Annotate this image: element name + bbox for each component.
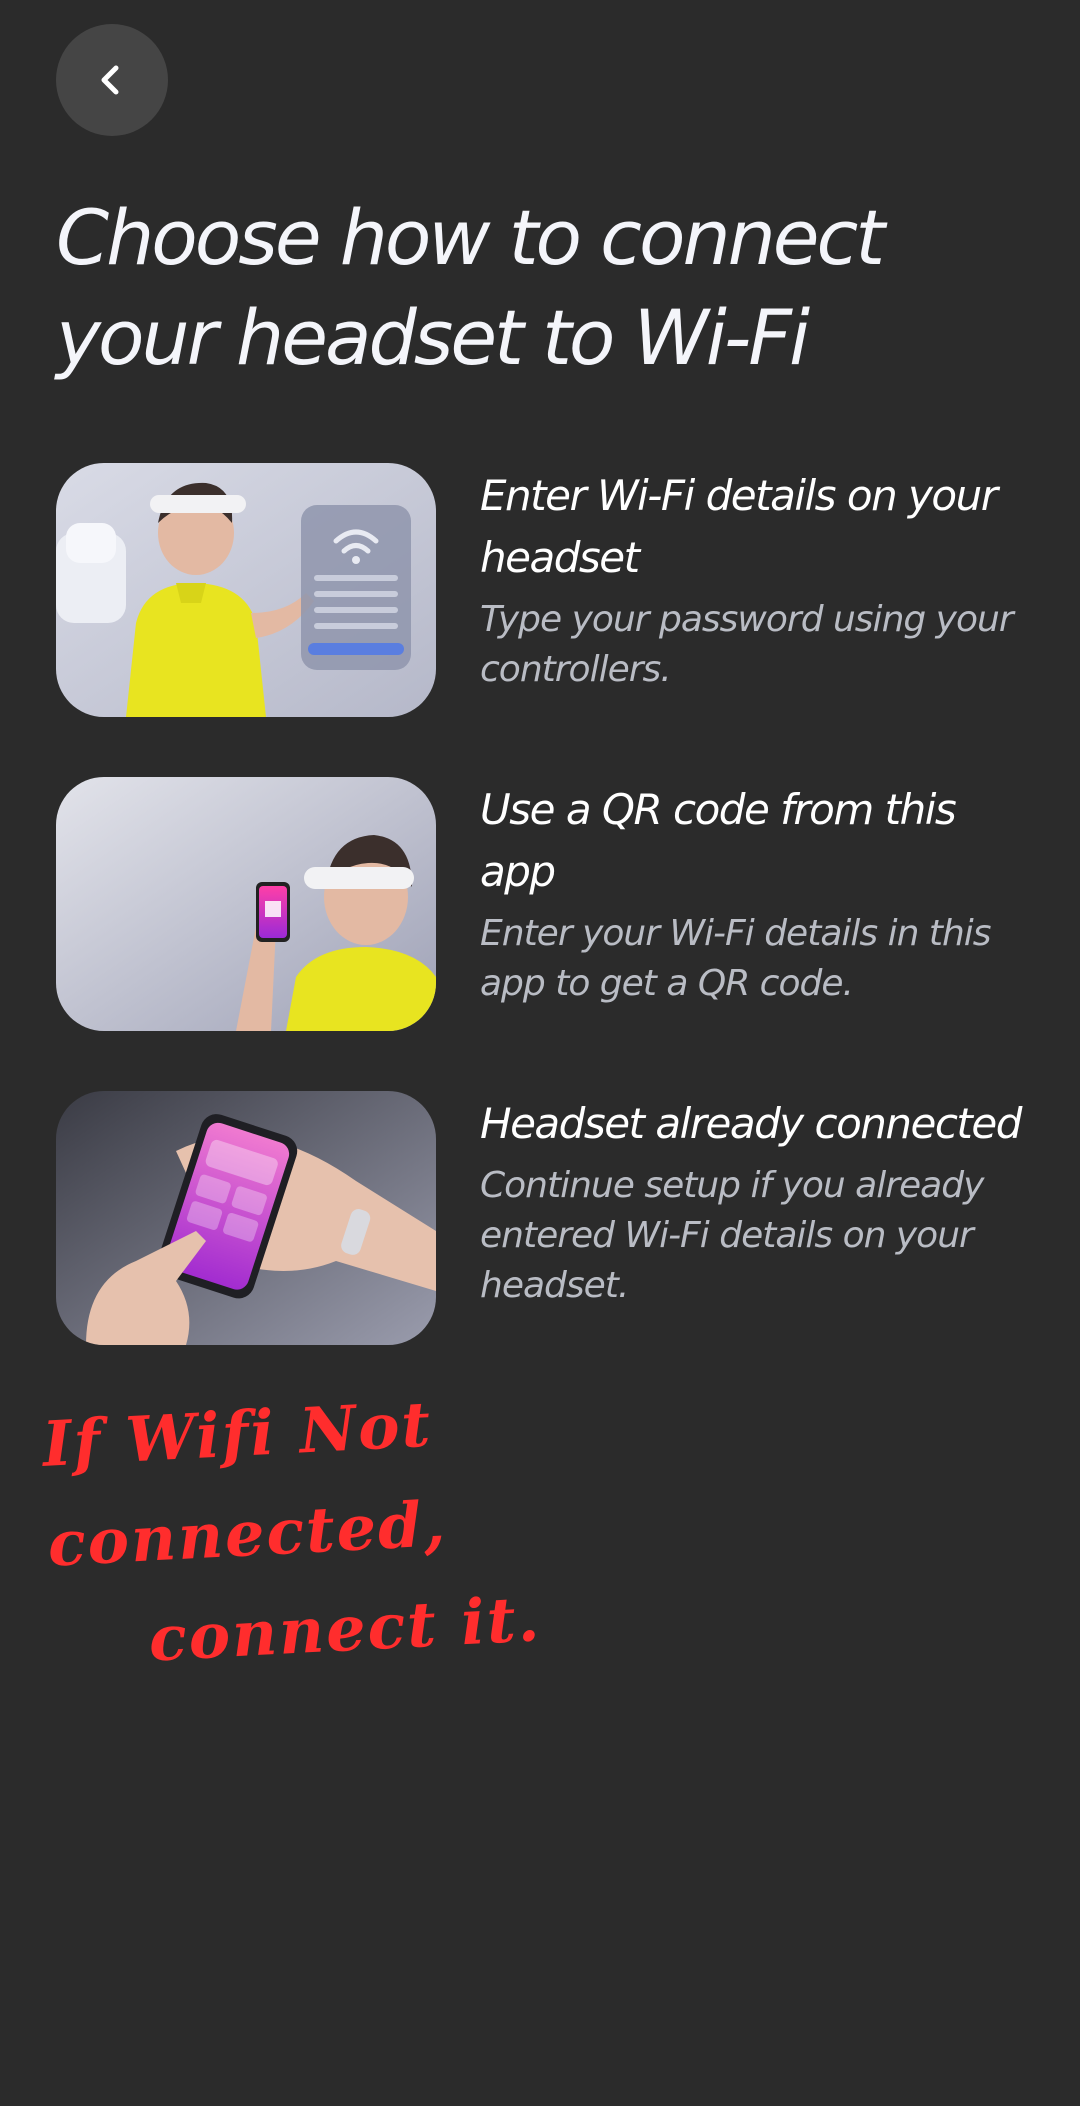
option-qr-code[interactable]: Use a QR code from this app Enter your W… [56, 777, 1036, 1037]
chevron-left-icon [94, 62, 130, 98]
option-image-phone-hands [56, 1091, 436, 1345]
annotation-line-1: If Wifi Not connected, [40, 1387, 449, 1581]
option-image-headset-wifi [56, 463, 436, 717]
option-title: Enter Wi-Fi details on your headset [480, 471, 998, 582]
option-image-qr-phone [56, 777, 436, 1031]
handwritten-annotation: If Wifi Not connected, connect it. [40, 1353, 855, 1694]
option-headset-already-connected[interactable]: Headset already connected Continue setup… [56, 1091, 1036, 1351]
back-button[interactable] [56, 24, 168, 136]
option-description: Continue setup if you already entered Wi… [480, 1165, 984, 1306]
option-description: Type your password using your controller… [480, 599, 1014, 690]
option-title: Use a QR code from this app [480, 785, 957, 896]
option-enter-wifi-on-headset[interactable]: Enter Wi-Fi details on your headset Type… [56, 463, 1036, 723]
option-title: Headset already connected [480, 1099, 1022, 1148]
option-description: Enter your Wi-Fi details in this app to … [480, 913, 992, 1004]
page-title: Choose how to connect your headset to Wi… [56, 193, 885, 382]
